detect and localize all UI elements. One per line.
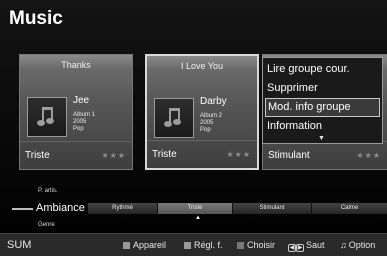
music-note-icon (37, 107, 54, 126)
color-key-icon (237, 242, 244, 249)
context-menu: Lire groupe cour. Supprimer Mod. info gr… (262, 57, 383, 144)
category-next[interactable]: Genre (38, 222, 55, 228)
rating-stars: ★★★ (356, 151, 381, 160)
footer-title: SUM (7, 239, 32, 251)
song-meta: Album 1 2005 Pop (73, 112, 95, 133)
category-prev[interactable]: P. artis. (38, 188, 58, 194)
artist-name: Darby (200, 96, 227, 107)
skip-label: Saut (306, 240, 325, 250)
release-year: 2005 (73, 119, 87, 125)
settings-label: Régl. f. (194, 240, 223, 250)
settings-hint[interactable]: Régl. f. (184, 240, 223, 250)
mood-segment-calme[interactable]: Calme (312, 203, 387, 214)
album-art (154, 98, 194, 138)
option-label: Option (348, 240, 376, 250)
skip-hint[interactable]: ◀ ▶ Saut (288, 240, 325, 252)
song-mood: Stimulant (268, 150, 310, 161)
mood-bar[interactable]: Rythmé Triste Stimulant Calme (88, 203, 387, 214)
choose-label: Choisir (247, 240, 276, 250)
mood-segment-triste[interactable]: Triste (158, 203, 233, 214)
mood-segment-rythme[interactable]: Rythmé (88, 203, 158, 214)
page-title: Music (9, 8, 63, 29)
music-screen: Music Thanks Jee Album 1 2005 Pop Triste… (0, 0, 387, 256)
rating-stars: ★★★ (101, 151, 126, 160)
genre: Pop (200, 127, 211, 133)
device-label: Appareil (133, 240, 167, 250)
scroll-down-icon[interactable]: ▼ (318, 135, 325, 142)
mood-segment-stimulant[interactable]: Stimulant (233, 203, 312, 214)
song-mood: Triste (25, 150, 50, 161)
menu-item-edit-group-info[interactable]: Mod. info groupe (265, 98, 380, 117)
mood-pointer-icon: ▲ (195, 215, 201, 221)
choose-hint[interactable]: Choisir (237, 240, 275, 250)
album-art (27, 97, 67, 137)
song-card-i-love-you[interactable]: I Love You Darby Album 2 2005 Pop Triste… (145, 54, 259, 170)
rewind-icon: ◀ (288, 244, 296, 252)
release-year: 2005 (200, 120, 214, 126)
menu-item-delete[interactable]: Supprimer (265, 79, 380, 98)
genre: Pop (73, 126, 84, 132)
option-hint[interactable]: ♫ Option (340, 240, 375, 250)
song-card-thanks[interactable]: Thanks Jee Album 1 2005 Pop Triste ★★★ (19, 54, 133, 170)
song-title: I Love You (180, 61, 224, 71)
rating-stars: ★★★ (226, 150, 251, 159)
song-meta: Album 2 2005 Pop (200, 113, 222, 134)
album-name: Album 1 (73, 112, 96, 118)
menu-item-information[interactable]: Information (265, 117, 380, 136)
forward-icon: ▶ (296, 244, 304, 252)
device-hint[interactable]: Appareil (123, 240, 166, 250)
category-indicator (12, 208, 33, 210)
artist-name: Jee (73, 95, 90, 106)
footer-bar: SUM Appareil Régl. f. Choisir ◀ ▶ Saut ♫ Op… (0, 233, 387, 256)
song-title: Thanks (61, 60, 91, 70)
album-name: Album 2 (200, 113, 223, 119)
color-key-icon (123, 242, 130, 249)
color-key-icon (184, 242, 191, 249)
tools-icon: ♫ (340, 240, 347, 250)
category-current[interactable]: Ambiance (36, 202, 85, 214)
menu-item-play-group[interactable]: Lire groupe cour. (265, 60, 380, 79)
song-mood: Triste (152, 149, 177, 160)
music-note-icon (164, 108, 181, 127)
